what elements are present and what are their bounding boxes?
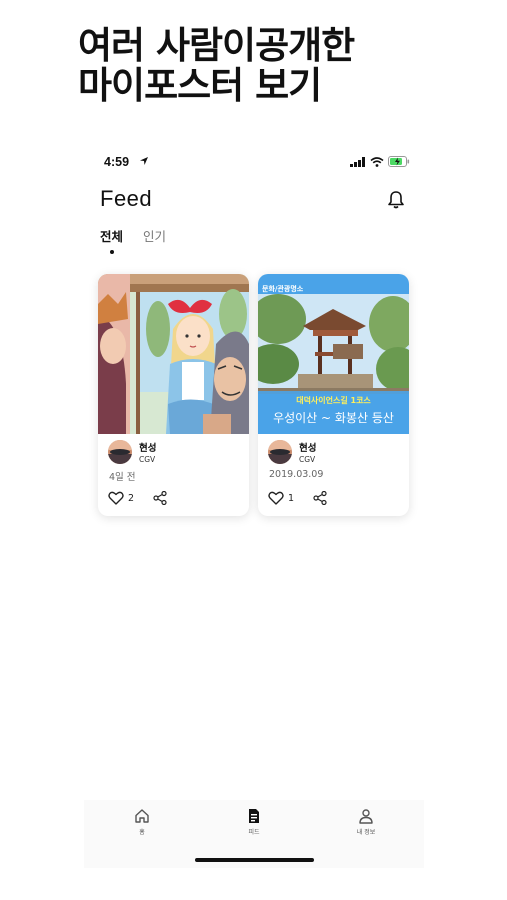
user-subtitle: CGV bbox=[139, 455, 156, 464]
feed-tabs: 전체 인기 bbox=[100, 226, 166, 254]
nav-home-label: 홈 bbox=[139, 829, 145, 836]
headline: 여러 사람이공개한 마이포스터 보기 bbox=[78, 24, 355, 107]
headline-line-1: 여러 사람이공개한 bbox=[78, 24, 355, 67]
heart-icon bbox=[268, 491, 284, 505]
post-date: 2019.03.09 bbox=[269, 469, 324, 480]
heart-icon bbox=[108, 491, 124, 505]
share-icon[interactable] bbox=[153, 491, 167, 505]
avatar[interactable] bbox=[108, 440, 132, 464]
like-count: 1 bbox=[288, 492, 295, 504]
poster-top-label: 문화/관광명소 bbox=[262, 285, 304, 293]
like-button[interactable]: 2 bbox=[108, 491, 134, 505]
tab-all[interactable]: 전체 bbox=[100, 226, 124, 254]
poster-title: 우성이산 ~ 화봉산 등산 bbox=[273, 411, 394, 425]
user-subtitle: CGV bbox=[299, 455, 316, 464]
nav-home[interactable]: 홈 bbox=[122, 808, 162, 836]
feed-document-icon bbox=[249, 809, 259, 823]
user-name[interactable]: 현성 bbox=[139, 440, 156, 454]
cartoon-illustration[interactable] bbox=[98, 274, 249, 434]
active-tab-indicator bbox=[110, 250, 114, 254]
headline-line-2: 마이포스터 보기 bbox=[78, 64, 322, 107]
feed-card[interactable]: 현성 CGV 4일 전 2 bbox=[98, 274, 249, 516]
feed-card[interactable]: 문화/관광명소 대덕사이언스길 1코스 우성이산 ~ 화봉산 등산 현성 CGV… bbox=[258, 274, 409, 516]
nav-my-info[interactable]: 내 정보 bbox=[346, 808, 386, 836]
like-button[interactable]: 1 bbox=[268, 491, 294, 505]
avatar[interactable] bbox=[268, 440, 292, 464]
tab-popular-label: 인기 bbox=[143, 229, 167, 244]
battery-charging-icon bbox=[388, 156, 410, 167]
user-name[interactable]: 현성 bbox=[299, 440, 316, 454]
page-title: Feed bbox=[100, 186, 153, 211]
bell-icon[interactable] bbox=[387, 190, 405, 210]
nav-feed[interactable]: 피드 bbox=[234, 808, 274, 836]
wifi-icon bbox=[370, 156, 384, 167]
status-time: 4:59 bbox=[104, 155, 130, 169]
tab-all-label: 전체 bbox=[100, 229, 124, 244]
home-indicator bbox=[195, 858, 314, 862]
nav-my-info-label: 내 정보 bbox=[356, 829, 376, 836]
cellular-signal-icon bbox=[350, 156, 365, 167]
like-count: 2 bbox=[128, 492, 135, 504]
home-icon bbox=[135, 809, 149, 823]
status-bar: 4:59 bbox=[104, 155, 410, 171]
person-icon bbox=[359, 809, 373, 824]
post-date: 4일 전 bbox=[109, 472, 136, 483]
location-arrow-icon bbox=[140, 157, 148, 165]
nav-feed-label: 피드 bbox=[248, 829, 260, 836]
tab-popular[interactable]: 인기 bbox=[143, 226, 166, 245]
share-icon[interactable] bbox=[313, 491, 327, 505]
poster-subtitle: 대덕사이언스길 1코스 bbox=[296, 396, 371, 405]
